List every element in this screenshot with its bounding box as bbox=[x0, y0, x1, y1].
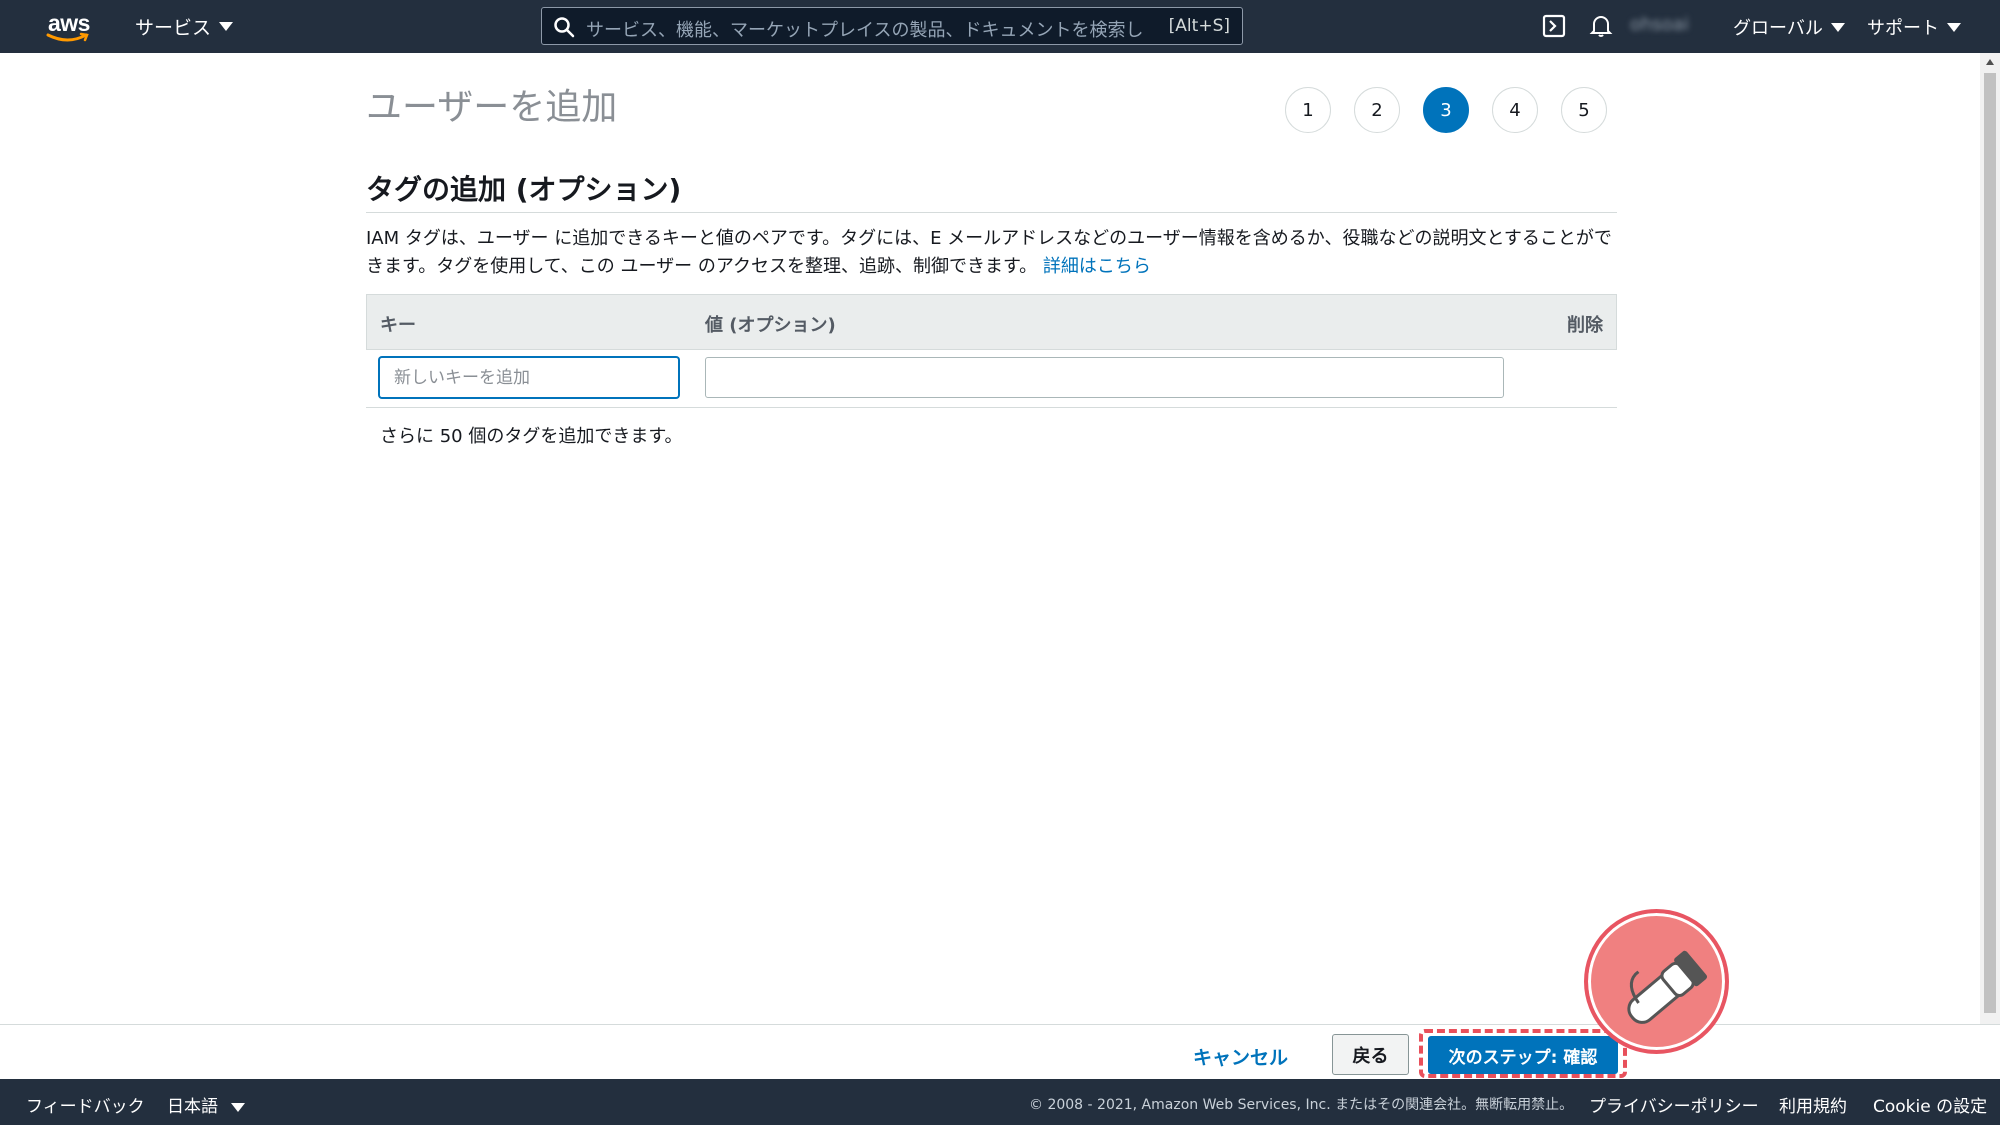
support-label: サポート bbox=[1867, 18, 1939, 39]
footer-bar: フィードバック 日本語 © 2008 - 2021, Amazon Web Se… bbox=[0, 1079, 2000, 1125]
pointing-hand-icon bbox=[1627, 950, 1708, 1024]
services-menu[interactable]: サービス bbox=[135, 13, 234, 40]
feedback-link[interactable]: フィードバック bbox=[26, 1092, 145, 1117]
learn-more-link[interactable]: 詳細はこちら bbox=[1043, 256, 1151, 277]
divider bbox=[366, 407, 1617, 408]
tag-key-input[interactable] bbox=[379, 357, 679, 398]
back-button[interactable]: 戻る bbox=[1332, 1034, 1409, 1075]
pointing-hand-badge bbox=[1584, 909, 1729, 1054]
step-1[interactable]: 1 bbox=[1285, 87, 1331, 133]
caret-down-icon bbox=[231, 1102, 246, 1112]
support-menu[interactable]: サポート bbox=[1867, 14, 1961, 40]
column-header-value: 値 (オプション) bbox=[705, 315, 836, 336]
search-placeholder: サービス、機能、マーケットプレイスの製品、ドキュメントを検索し bbox=[586, 20, 1144, 41]
cancel-button[interactable]: キャンセル bbox=[1193, 1043, 1288, 1070]
global-search[interactable]: サービス、機能、マーケットプレイスの製品、ドキュメントを検索し [Alt+S] bbox=[541, 7, 1243, 45]
step-2[interactable]: 2 bbox=[1354, 87, 1400, 133]
top-navigation-bar: aws サービス サービス、機能、マーケットプレイスの製品、ドキュメントを検索し… bbox=[0, 0, 2000, 53]
bell-icon[interactable] bbox=[1588, 13, 1614, 39]
caret-down-icon bbox=[1830, 22, 1845, 32]
language-selector[interactable]: 日本語 bbox=[167, 1092, 246, 1117]
wizard-steps: 1 2 3 4 5 bbox=[1285, 87, 1607, 133]
aws-logo[interactable]: aws bbox=[44, 8, 96, 46]
region-label: グローバル bbox=[1733, 18, 1823, 39]
cloudshell-icon[interactable] bbox=[1541, 13, 1567, 39]
section-title: タグの追加 (オプション) bbox=[366, 173, 682, 206]
step-4[interactable]: 4 bbox=[1492, 87, 1538, 133]
tags-table-header: キー 値 (オプション) 削除 bbox=[366, 294, 1617, 350]
region-menu[interactable]: グローバル bbox=[1733, 14, 1845, 40]
divider bbox=[366, 212, 1617, 213]
caret-down-icon bbox=[1947, 22, 1961, 32]
description-text: IAM タグは、ユーザー に追加できるキーと値のペアです。タグには、E メールア… bbox=[366, 228, 1612, 277]
section-description: IAM タグは、ユーザー に追加できるキーと値のペアです。タグには、E メールア… bbox=[366, 225, 1616, 281]
caret-down-icon bbox=[219, 22, 234, 31]
tag-value-input[interactable] bbox=[705, 357, 1504, 398]
remaining-tags-text: さらに 50 個のタグを追加できます。 bbox=[380, 426, 683, 447]
column-header-key: キー bbox=[380, 315, 416, 336]
step-3-current[interactable]: 3 bbox=[1423, 87, 1469, 133]
scrollbar-thumb[interactable] bbox=[1984, 73, 1996, 1013]
step-5[interactable]: 5 bbox=[1561, 87, 1607, 133]
cookie-settings-link[interactable]: Cookie の設定 bbox=[1873, 1092, 1987, 1117]
copyright-text: © 2008 - 2021, Amazon Web Services, Inc.… bbox=[1029, 1097, 1574, 1113]
vertical-scrollbar[interactable] bbox=[1980, 53, 2000, 1025]
terms-link[interactable]: 利用規約 bbox=[1779, 1092, 1847, 1117]
column-header-remove: 削除 bbox=[1567, 315, 1603, 336]
search-shortcut: [Alt+S] bbox=[1168, 16, 1230, 36]
services-label: サービス bbox=[135, 17, 212, 39]
scroll-up-arrow-icon[interactable] bbox=[1986, 59, 1994, 65]
account-menu[interactable]: ohsoai bbox=[1630, 14, 1689, 35]
aws-smile-icon bbox=[46, 32, 89, 42]
privacy-policy-link[interactable]: プライバシーポリシー bbox=[1589, 1092, 1759, 1117]
search-icon bbox=[554, 17, 575, 38]
language-label: 日本語 bbox=[167, 1097, 218, 1117]
page-title: ユーザーを追加 bbox=[366, 87, 618, 128]
